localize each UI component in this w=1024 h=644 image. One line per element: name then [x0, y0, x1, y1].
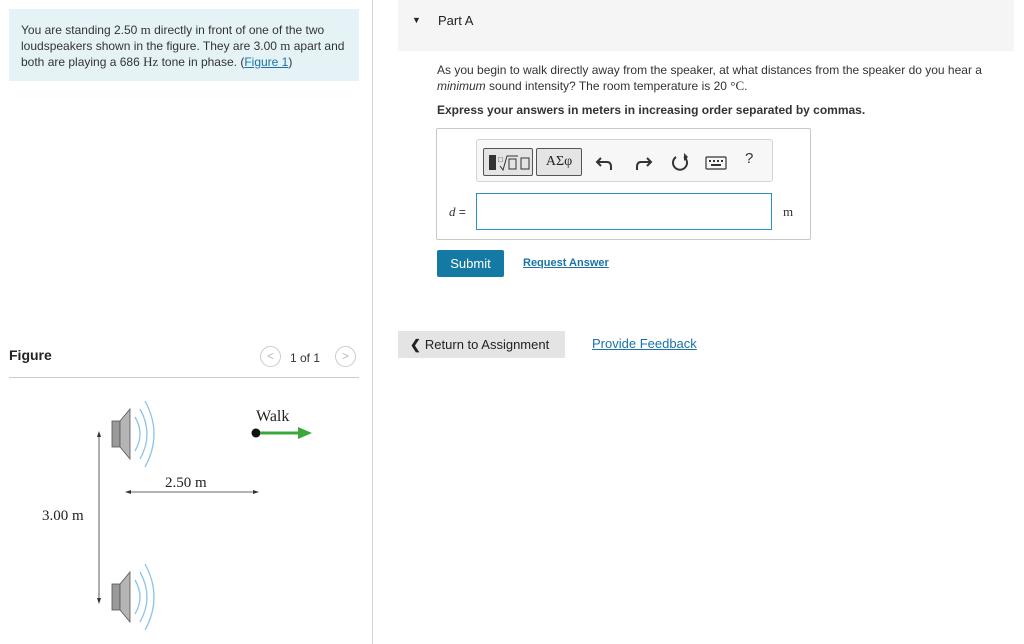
redo-icon[interactable] — [632, 152, 654, 174]
templates-button[interactable]: □ — [483, 148, 533, 176]
figure-title: Figure — [9, 347, 52, 363]
submit-button[interactable]: Submit — [437, 250, 504, 277]
answer-instruction: Express your answers in meters in increa… — [437, 103, 866, 117]
undo-icon[interactable] — [594, 152, 616, 174]
next-figure-button[interactable]: > — [335, 346, 356, 367]
greek-symbols-button[interactable]: ΑΣφ — [536, 148, 582, 176]
problem-text: ) — [288, 55, 293, 69]
loudspeaker-figure: 3.00 m 2.50 m Walk — [42, 400, 312, 631]
answer-unit-label: m — [783, 204, 794, 219]
problem-text: You are standing 2.50 — [21, 23, 141, 37]
separation-dimension-line — [97, 431, 101, 604]
answer-variable-label: d = — [449, 204, 466, 220]
figure-header: Figure < 1 of 1 > — [9, 342, 359, 378]
question-fragment: sound intensity? The room temperature is… — [485, 79, 731, 93]
distance-label: 2.50 m — [165, 475, 207, 491]
figure-link[interactable]: Figure 1 — [244, 55, 288, 69]
help-icon[interactable]: ? — [745, 150, 759, 172]
question-fragment: . — [744, 79, 748, 93]
unit-meters: m — [140, 22, 151, 37]
upper-sound-waves — [134, 400, 155, 468]
provide-feedback-link[interactable]: Provide Feedback — [592, 336, 697, 351]
previous-figure-button[interactable]: < — [260, 346, 281, 367]
part-title: Part A — [438, 13, 474, 28]
collapse-caret-icon[interactable]: ▼ — [412, 15, 421, 25]
unit-celsius: °C — [730, 78, 745, 93]
walk-label: Walk — [256, 408, 289, 425]
problem-statement: You are standing 2.50 m directly in fron… — [9, 9, 359, 81]
separation-label: 3.00 m — [42, 508, 84, 524]
return-to-assignment-button[interactable]: ❮ Return to Assignment — [398, 331, 565, 358]
lower-sound-waves — [134, 563, 155, 631]
chevron-left-icon: ❮ — [410, 336, 421, 352]
question-fragment: As you begin to walk directly away from … — [437, 63, 982, 77]
part-a-header[interactable]: ▼ Part A — [398, 0, 1014, 51]
column-divider — [372, 0, 373, 644]
lower-speaker-icon — [111, 570, 131, 624]
walk-arrow-icon — [260, 427, 312, 439]
unit-meters: m — [280, 38, 291, 53]
request-answer-link[interactable]: Request Answer — [523, 257, 609, 269]
keyboard-icon[interactable] — [705, 154, 727, 172]
svg-text:□: □ — [498, 155, 503, 164]
figure-pager-label: 1 of 1 — [290, 351, 321, 365]
math-toolbar: □ ΑΣφ ? — [476, 139, 773, 182]
unit-hertz: Hz — [143, 54, 159, 69]
listener-dot — [251, 428, 261, 438]
equals-sign: = — [455, 205, 466, 219]
upper-speaker-icon — [111, 407, 131, 461]
answer-input[interactable] — [476, 193, 772, 230]
return-label: Return to Assignment — [424, 336, 550, 352]
problem-text: tone in phase. ( — [158, 55, 245, 69]
reset-icon[interactable] — [669, 152, 691, 174]
templates-icon: □ — [489, 155, 530, 172]
question-text: As you begin to walk directly away from … — [437, 63, 1012, 94]
answer-box: □ ΑΣφ ? d = m — [436, 128, 811, 240]
question-emphasis: minimum — [437, 79, 486, 93]
